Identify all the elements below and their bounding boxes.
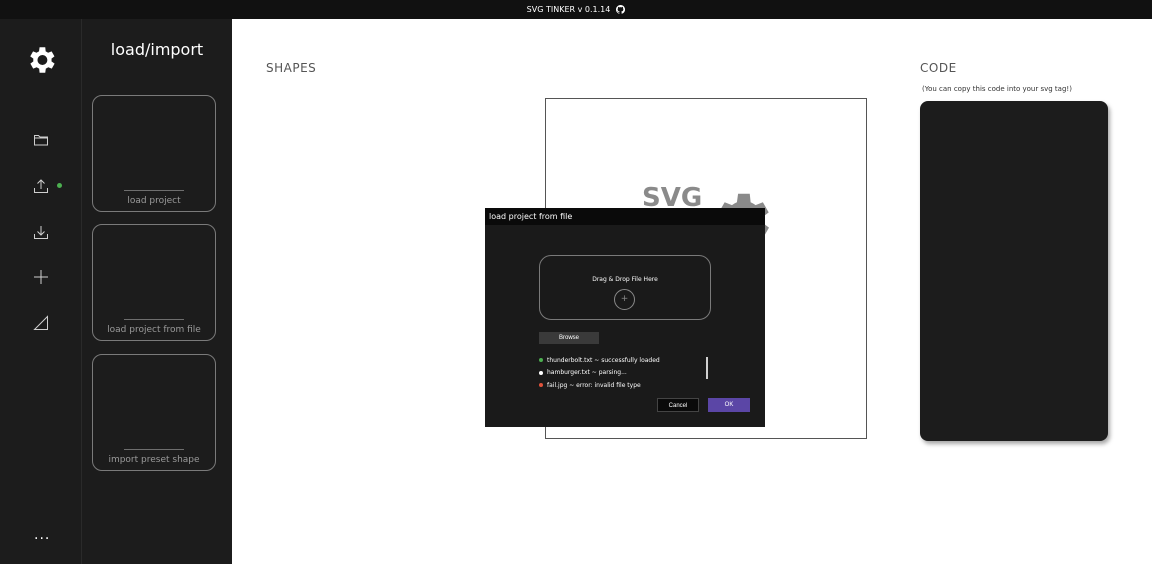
github-icon[interactable] xyxy=(616,5,626,14)
card-label: import preset shape xyxy=(108,455,200,465)
cancel-button[interactable]: Cancel xyxy=(657,398,699,412)
plus-icon[interactable] xyxy=(33,269,49,285)
more-menu-button[interactable]: ... xyxy=(34,527,50,543)
icon-rail: ... xyxy=(0,19,82,564)
download-icon[interactable] xyxy=(33,224,49,240)
card-divider xyxy=(124,190,184,191)
file-status-text: fail.jpg ~ error: invalid file type xyxy=(547,381,641,389)
card-label: load project from file xyxy=(107,325,201,335)
load-file-dialog: load project from file Drag & Drop File … xyxy=(485,208,765,427)
status-dot xyxy=(539,370,543,375)
file-item: thunderbolt.txt ~ successfully loaded xyxy=(539,354,739,367)
ok-button[interactable]: OK xyxy=(708,398,750,412)
app-title: SVG TINKER v 0.1.14 xyxy=(526,5,611,14)
card-divider xyxy=(124,319,184,320)
file-status-text: thunderbolt.txt ~ successfully loaded xyxy=(547,356,660,364)
shapes-heading: SHAPES xyxy=(266,61,317,75)
file-list-scrollbar[interactable] xyxy=(706,357,708,379)
code-output[interactable] xyxy=(920,101,1108,441)
code-subtitle: (You can copy this code into your svg ta… xyxy=(922,85,1072,93)
status-dot xyxy=(539,383,543,388)
dialog-title: load project from file xyxy=(485,208,765,225)
upload-icon[interactable] xyxy=(33,178,49,194)
card-divider xyxy=(124,449,184,450)
code-heading: CODE xyxy=(920,61,957,75)
status-dot xyxy=(539,358,543,363)
folder-icon[interactable] xyxy=(33,132,49,148)
drop-zone-text: Drag & Drop File Here xyxy=(592,276,658,283)
file-item: fail.jpg ~ error: invalid file type xyxy=(539,379,739,392)
gear-icon[interactable] xyxy=(24,43,58,77)
panel-title: load/import xyxy=(110,40,204,59)
browse-button[interactable]: Browse xyxy=(539,332,599,344)
load-project-from-file-card[interactable]: load project from file xyxy=(92,224,216,341)
load-project-card[interactable]: load project xyxy=(92,95,216,212)
file-item: hamburger.txt ~ parsing... xyxy=(539,367,739,380)
shape-icon[interactable] xyxy=(33,315,49,331)
file-list: thunderbolt.txt ~ successfully loaded ha… xyxy=(539,354,739,392)
drop-zone[interactable]: Drag & Drop File Here + xyxy=(539,255,711,320)
title-bar: SVG TINKER v 0.1.14 xyxy=(0,0,1152,19)
add-file-icon[interactable]: + xyxy=(614,289,635,310)
file-status-text: hamburger.txt ~ parsing... xyxy=(547,369,627,377)
load-import-panel: load/import load project load project fr… xyxy=(82,19,232,564)
import-preset-shape-card[interactable]: import preset shape xyxy=(92,354,216,471)
card-label: load project xyxy=(127,196,181,206)
active-indicator xyxy=(57,183,62,188)
